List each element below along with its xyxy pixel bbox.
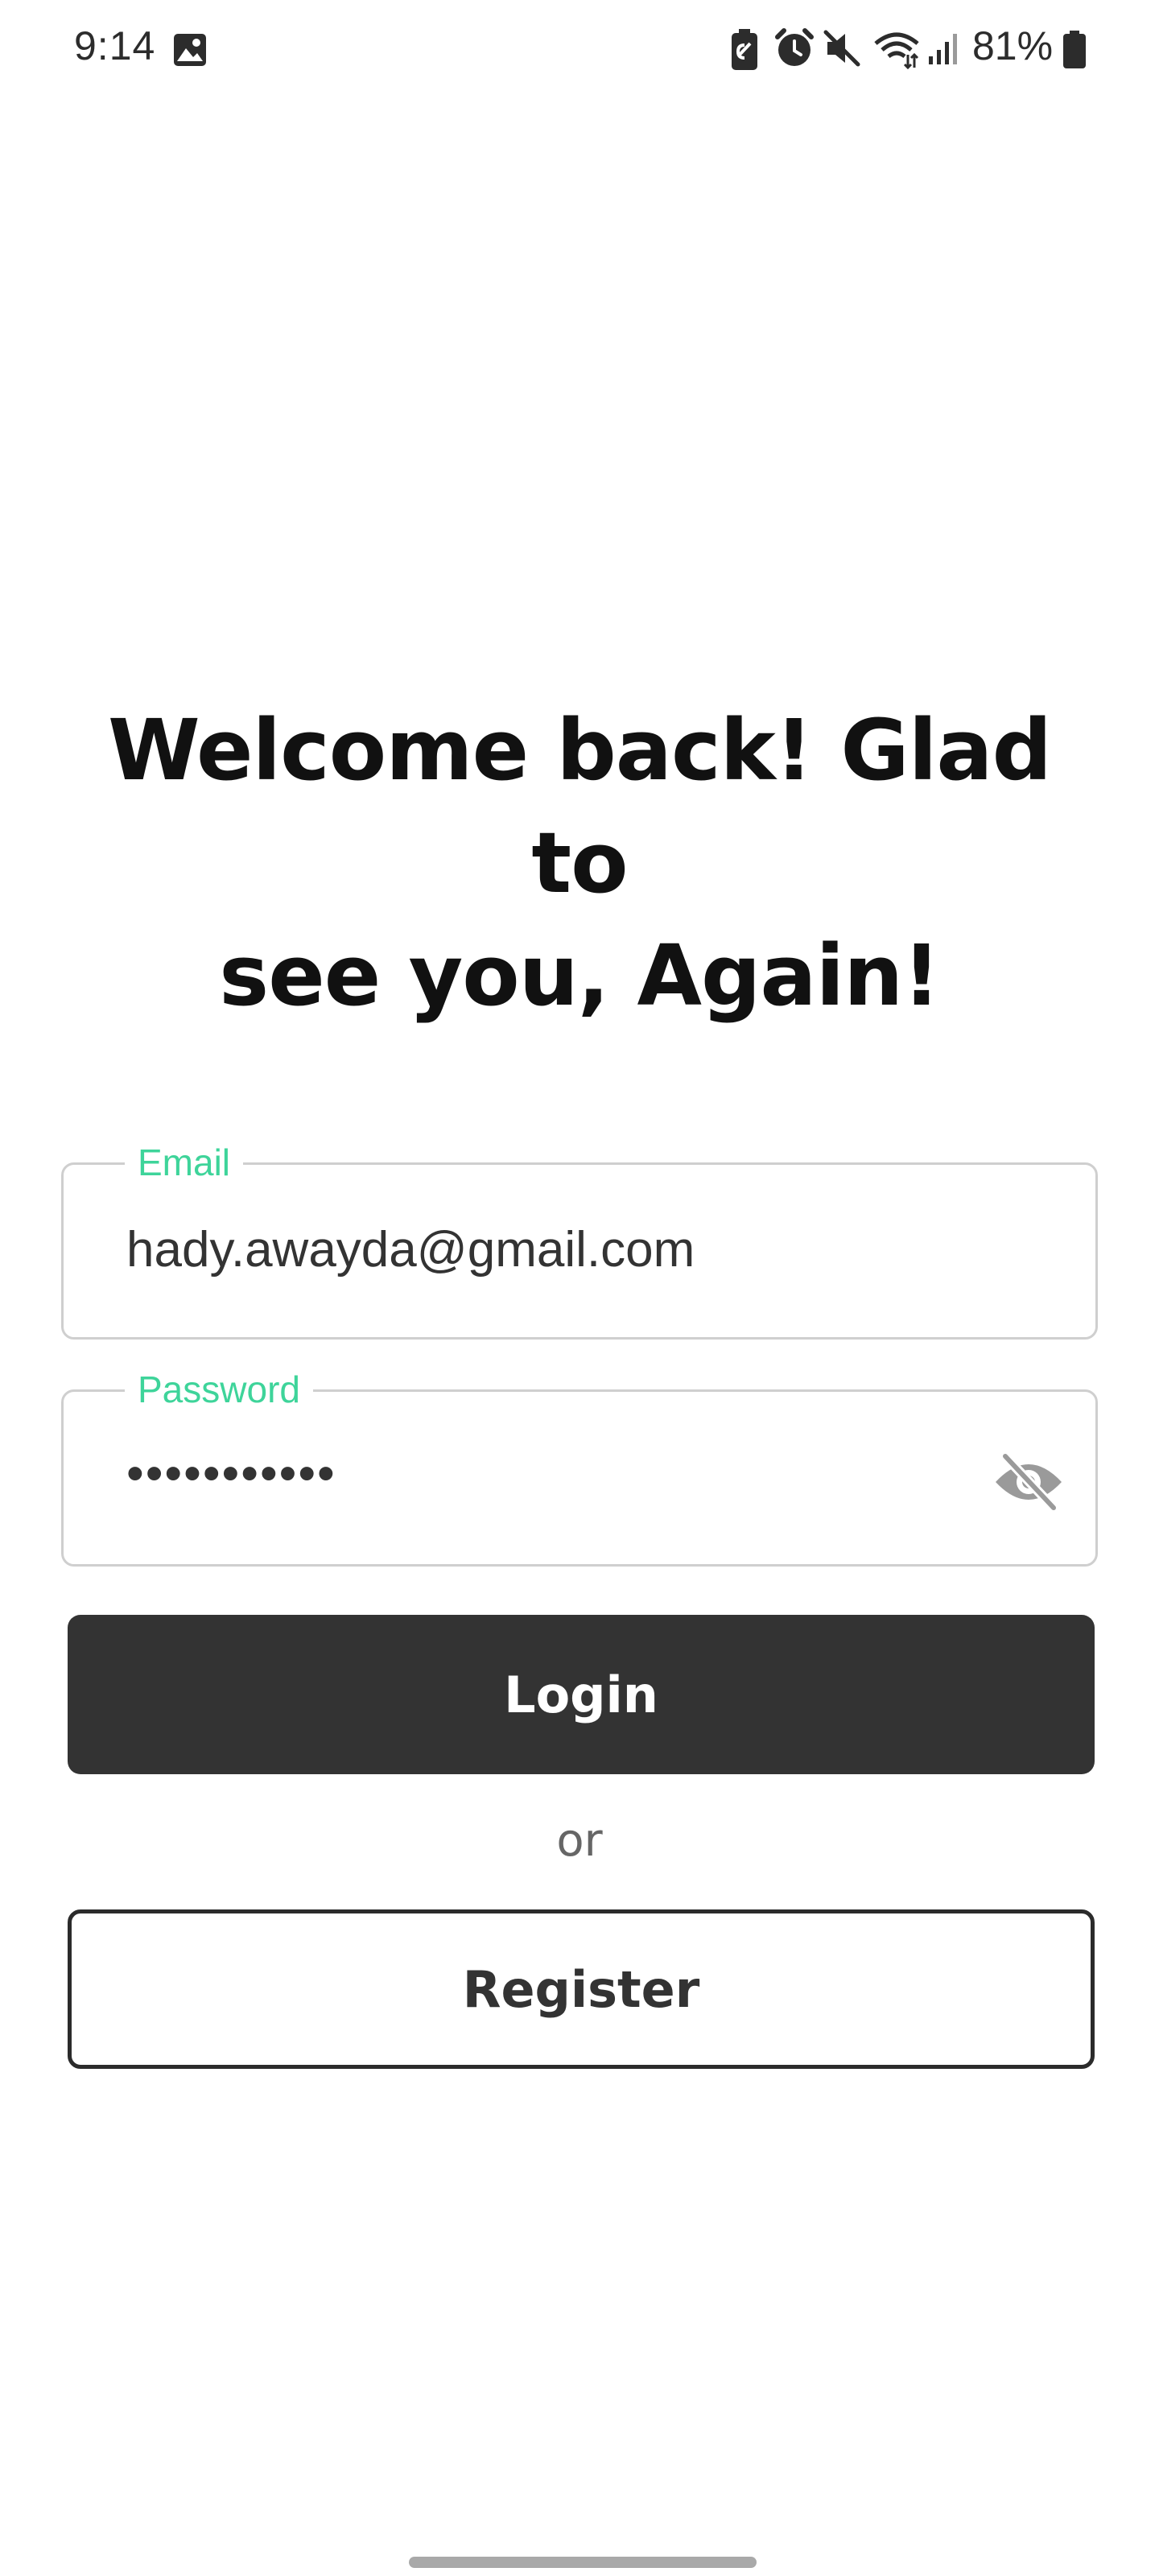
email-input[interactable] (126, 1221, 931, 1278)
register-button-label: Register (462, 1959, 700, 2019)
status-bar: 9:14 81% (0, 0, 1159, 101)
eye-off-icon[interactable] (991, 1451, 1066, 1513)
welcome-heading-line-1: Welcome back! Glad to (107, 701, 1052, 912)
welcome-heading-line-2: see you, Again! (219, 927, 940, 1025)
wifi-icon (872, 31, 921, 73)
password-field[interactable]: Password ••••••••••• (61, 1364, 1098, 1567)
mute-icon (823, 29, 861, 72)
password-input[interactable]: ••••••••••• (126, 1445, 336, 1502)
email-label: Email (125, 1137, 244, 1187)
login-button-label: Login (504, 1665, 658, 1724)
home-indicator[interactable] (409, 2557, 757, 2568)
signal-icon (927, 32, 961, 70)
battery-percent: 81% (972, 23, 1054, 68)
register-button[interactable]: Register (68, 1909, 1095, 2069)
login-button[interactable]: Login (68, 1615, 1095, 1774)
alarm-icon (774, 27, 815, 73)
status-time: 9:14 (74, 23, 156, 68)
welcome-heading: Welcome back! Glad to see you, Again! (48, 694, 1111, 1032)
gallery-icon (172, 32, 208, 72)
battery-saver-icon (731, 29, 758, 75)
or-divider-text: or (556, 1814, 603, 1867)
battery-icon (1062, 31, 1087, 73)
email-field[interactable]: Email (61, 1137, 1098, 1340)
login-screen: 9:14 81% Welcome back! Glad to see you, … (0, 0, 1159, 2576)
password-label: Password (125, 1364, 313, 1414)
